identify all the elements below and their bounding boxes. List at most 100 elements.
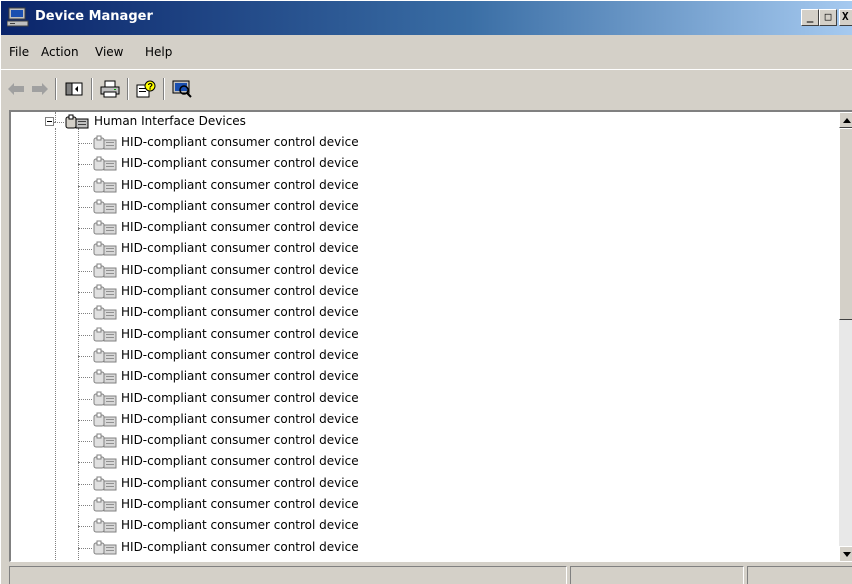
toolbar: ? — [1, 69, 852, 107]
tree-line — [78, 185, 92, 187]
tree-item-label: HID-compliant consumer control device — [121, 411, 359, 426]
tree-line — [78, 398, 92, 400]
hid-device-icon — [93, 241, 117, 257]
title-bar[interactable]: Device Manager _ □ X — [1, 1, 852, 35]
hid-device-icon — [93, 135, 117, 151]
close-button[interactable]: X — [839, 9, 852, 26]
hid-device-icon — [93, 433, 117, 449]
tree-children: HID-compliant consumer control device HID… — [11, 133, 831, 562]
tree-item[interactable]: HID-compliant consumer control device — [11, 325, 831, 346]
hid-device-icon — [93, 263, 117, 279]
tree-line — [78, 505, 92, 507]
collapse-toggle[interactable] — [45, 117, 54, 126]
hid-device-icon — [93, 497, 117, 513]
tree-item[interactable]: HID-compliant consumer control device — [11, 410, 831, 431]
toolbar-separator — [55, 78, 57, 100]
hid-device-icon — [93, 369, 117, 385]
tree-item[interactable]: HID-compliant consumer control device — [11, 367, 831, 388]
toolbar-separator — [163, 78, 165, 100]
status-pane-secondary — [570, 566, 744, 584]
tree-item-label: HID-compliant consumer control device — [121, 539, 359, 554]
tree-line — [78, 547, 92, 549]
minimize-button[interactable]: _ — [801, 9, 819, 26]
tree-line — [78, 249, 92, 251]
menu-help[interactable]: Help — [145, 45, 172, 59]
tree-item-label: HID-compliant consumer control device — [121, 390, 359, 405]
tree-item[interactable]: HID-compliant consumer control device — [11, 303, 831, 324]
tree-item[interactable]: HID-compliant consumer control device — [11, 133, 831, 154]
tree-item[interactable]: HID-compliant consumer control device — [11, 516, 831, 537]
device-tree[interactable]: Human Interface Devices HID-compliant co… — [9, 110, 852, 562]
menu-bar: File Action View Help — [1, 35, 852, 69]
menu-action[interactable]: Action — [41, 45, 79, 59]
back-icon[interactable] — [5, 78, 27, 100]
forward-icon[interactable] — [29, 78, 51, 100]
tree-item[interactable]: HID-compliant consumer control device — [11, 346, 831, 367]
tree-line — [54, 122, 64, 123]
help-icon[interactable]: ? — [135, 78, 157, 100]
tree-item-label: HID-compliant consumer control device — [121, 177, 359, 192]
maximize-button[interactable]: □ — [819, 9, 837, 26]
tree-item-label: HID-compliant consumer control device — [121, 454, 359, 469]
scroll-thumb[interactable] — [839, 128, 852, 320]
tree-item-label: HID-compliant consumer control device — [121, 433, 359, 448]
hid-device-icon — [93, 305, 117, 321]
tree-item[interactable]: HID-compliant consumer control device — [11, 474, 831, 495]
show-hide-console-tree-icon[interactable] — [63, 78, 85, 100]
print-icon[interactable] — [99, 78, 121, 100]
hid-device-icon — [93, 284, 117, 300]
scroll-up-button[interactable] — [839, 112, 852, 128]
tree-item[interactable]: HID-compliant consumer control device — [11, 176, 831, 197]
tree-item-label: HID-compliant consumer control device — [121, 284, 359, 299]
device-manager-icon — [6, 7, 29, 27]
hid-device-icon — [93, 518, 117, 534]
tree-line — [78, 355, 92, 357]
tree-item-label: HID-compliant consumer control device — [121, 326, 359, 341]
tree-line — [78, 164, 92, 166]
tree-item[interactable]: HID-compliant consumer control device — [11, 154, 831, 175]
tree-line — [78, 228, 92, 230]
tree-item[interactable]: HID-compliant consumer control device — [11, 239, 831, 260]
hid-device-icon — [93, 327, 117, 343]
hid-device-icon — [93, 476, 117, 492]
tree-line — [78, 526, 92, 528]
hid-device-icon — [93, 561, 117, 562]
tree-line — [78, 419, 92, 421]
menu-file[interactable]: File — [9, 45, 29, 59]
vertical-scrollbar[interactable] — [839, 112, 852, 561]
tree-item-label: HID-compliant consumer control device — [121, 262, 359, 277]
window-title: Device Manager — [35, 9, 153, 24]
tree-item[interactable]: HID-compliant consumer control device — [11, 389, 831, 410]
hid-device-icon — [93, 199, 117, 215]
scroll-down-button[interactable] — [839, 546, 852, 561]
tree-item[interactable]: HID-compliant consumer control device — [11, 452, 831, 473]
hid-device-icon — [93, 348, 117, 364]
device-manager-window: Device Manager _ □ X File Action View He… — [0, 0, 852, 584]
tree-item[interactable]: HID-compliant consumer control device — [11, 431, 831, 452]
tree-item[interactable]: HID-compliant consumer control device — [11, 282, 831, 303]
tree-line — [78, 143, 92, 144]
tree-item[interactable]: HID-compliant consumer control device — [11, 261, 831, 282]
tree-item-label: HID-compliant consumer control device — [121, 241, 359, 256]
tree-line — [78, 483, 92, 485]
tree-item[interactable]: HID-compliant consumer control device — [11, 197, 831, 218]
tree-line — [78, 206, 92, 208]
tree-item-label: HID-compliant consumer control device — [121, 156, 359, 171]
tree-item[interactable]: HID-compliant consumer control device — [11, 559, 831, 562]
tree-item-label: HID-compliant consumer control device — [121, 220, 359, 235]
scan-hardware-icon[interactable] — [171, 78, 193, 100]
hid-device-icon — [93, 156, 117, 172]
tree-item[interactable]: HID-compliant consumer control device — [11, 218, 831, 239]
tree-item-label: HID-compliant consumer control device — [121, 347, 359, 362]
menu-view[interactable]: View — [95, 45, 123, 59]
tree-item-label: HID-compliant consumer control device — [121, 369, 359, 384]
tree-root-label[interactable]: Human Interface Devices — [94, 114, 246, 128]
hid-device-icon — [93, 220, 117, 236]
tree-item[interactable]: HID-compliant consumer control device — [11, 538, 831, 559]
tree-item[interactable]: HID-compliant consumer control device — [11, 495, 831, 516]
tree-line — [78, 334, 92, 336]
tree-item-label: HID-compliant consumer control device — [121, 561, 359, 562]
hid-device-icon — [93, 540, 117, 556]
hid-device-icon — [93, 178, 117, 194]
tree-item-label: HID-compliant consumer control device — [121, 518, 359, 533]
